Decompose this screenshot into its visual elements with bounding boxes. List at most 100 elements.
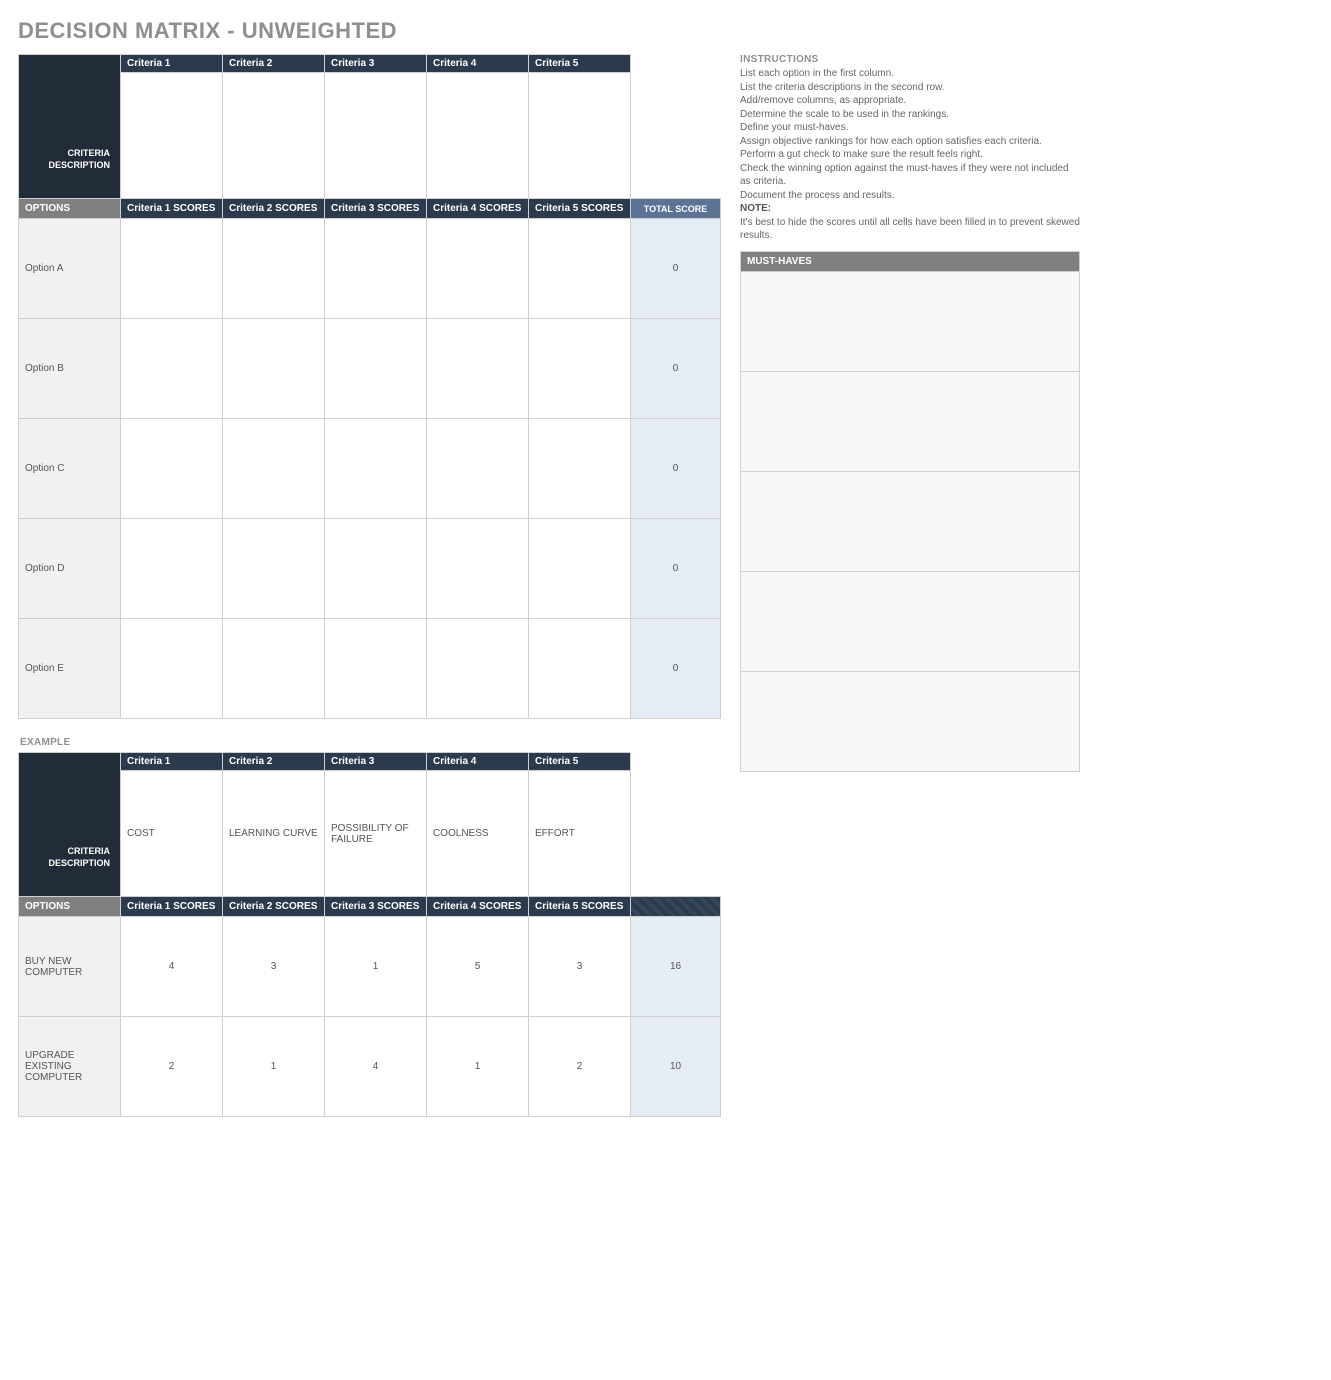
instruction-line: Assign objective rankings for how each o… [740,135,1080,149]
criteria-description: LEARNING CURVE [223,771,325,897]
score-input[interactable] [223,619,325,719]
score-input[interactable] [427,419,529,519]
score-header: Criteria 1 SCORES [121,897,223,917]
must-haves-header: MUST-HAVES [741,251,1080,271]
score-input[interactable] [529,419,631,519]
criteria-description: EFFORT [529,771,631,897]
criteria-description-input[interactable] [223,73,325,199]
score-header: Criteria 5 SCORES [529,897,631,917]
option-row: Option B 0 [19,319,721,419]
score-header: Criteria 5 SCORES [529,199,631,219]
score-value: 1 [427,1017,529,1117]
options-header: OPTIONS [19,199,121,219]
instruction-line: List each option in the first column. [740,67,1080,81]
instruction-line: Document the process and results. [740,189,1080,203]
example-heading: EXAMPLE [20,737,720,748]
criteria-header: Criteria 5 [529,753,631,771]
criteria-header: Criteria 3 [325,753,427,771]
score-header: Criteria 4 SCORES [427,199,529,219]
score-input[interactable] [325,319,427,419]
total-score: 0 [631,519,721,619]
total-score: 16 [631,917,721,1017]
criteria-header: Criteria 2 [223,55,325,73]
must-have-input[interactable] [741,271,1080,371]
instructions-heading: INSTRUCTIONS [740,54,1080,65]
score-input[interactable] [121,419,223,519]
page-title: DECISION MATRIX - UNWEIGHTED [18,18,1313,44]
score-input[interactable] [325,519,427,619]
score-header: Criteria 3 SCORES [325,199,427,219]
score-input[interactable] [121,619,223,719]
criteria-description-input[interactable] [121,73,223,199]
instruction-line: Check the winning option against the mus… [740,162,1080,189]
score-input[interactable] [121,519,223,619]
instruction-line: Determine the scale to be used in the ra… [740,108,1080,122]
criteria-description-input[interactable] [529,73,631,199]
instruction-note-label: NOTE: [740,202,1080,216]
must-haves-table: MUST-HAVES [740,251,1080,772]
option-row: BUY NEW COMPUTER 4 3 1 5 3 16 [19,917,721,1017]
score-input[interactable] [223,319,325,419]
option-name[interactable]: Option D [19,519,121,619]
option-name[interactable]: Option B [19,319,121,419]
criteria-description-label: CRITERIA DESCRIPTION [19,753,121,897]
score-value: 1 [223,1017,325,1117]
option-name: BUY NEW COMPUTER [19,917,121,1017]
score-value: 1 [325,917,427,1017]
criteria-description-input[interactable] [427,73,529,199]
total-score-header: TOTAL SCORE [631,199,721,219]
score-value: 4 [121,917,223,1017]
score-input[interactable] [427,219,529,319]
score-header: Criteria 3 SCORES [325,897,427,917]
option-row: UPGRADE EXISTING COMPUTER 2 1 4 1 2 10 [19,1017,721,1117]
instruction-line: List the criteria descriptions in the se… [740,81,1080,95]
score-input[interactable] [529,319,631,419]
criteria-description-label: CRITERIA DESCRIPTION [19,55,121,199]
total-score: 0 [631,619,721,719]
option-name[interactable]: Option A [19,219,121,319]
score-value: 3 [529,917,631,1017]
score-input[interactable] [529,519,631,619]
option-row: Option E 0 [19,619,721,719]
must-have-input[interactable] [741,571,1080,671]
score-value: 2 [529,1017,631,1117]
score-input[interactable] [325,419,427,519]
total-score: 0 [631,419,721,519]
instruction-note-text: It's best to hide the scores until all c… [740,216,1080,243]
option-row: Option A 0 [19,219,721,319]
score-value: 2 [121,1017,223,1117]
criteria-header: Criteria 1 [121,753,223,771]
example-matrix-table: CRITERIA DESCRIPTION Criteria 1 Criteria… [18,752,721,1117]
score-input[interactable] [427,319,529,419]
score-input[interactable] [223,219,325,319]
instruction-line: Define your must-haves. [740,121,1080,135]
score-input[interactable] [427,619,529,719]
score-input[interactable] [121,319,223,419]
total-score: 0 [631,219,721,319]
score-input[interactable] [529,619,631,719]
score-input[interactable] [325,219,427,319]
criteria-header: Criteria 4 [427,753,529,771]
option-name: UPGRADE EXISTING COMPUTER [19,1017,121,1117]
score-input[interactable] [427,519,529,619]
score-input[interactable] [223,419,325,519]
score-input[interactable] [325,619,427,719]
score-header: Criteria 2 SCORES [223,897,325,917]
total-score-header [631,897,721,917]
criteria-header: Criteria 4 [427,55,529,73]
score-value: 4 [325,1017,427,1117]
total-score: 0 [631,319,721,419]
criteria-header: Criteria 2 [223,753,325,771]
must-have-input[interactable] [741,671,1080,771]
decision-matrix-table: CRITERIA DESCRIPTION Criteria 1 Criteria… [18,54,721,719]
option-name[interactable]: Option E [19,619,121,719]
must-have-input[interactable] [741,471,1080,571]
total-score: 10 [631,1017,721,1117]
must-have-input[interactable] [741,371,1080,471]
score-input[interactable] [223,519,325,619]
option-name[interactable]: Option C [19,419,121,519]
criteria-description-input[interactable] [325,73,427,199]
score-input[interactable] [121,219,223,319]
score-header: Criteria 4 SCORES [427,897,529,917]
score-input[interactable] [529,219,631,319]
